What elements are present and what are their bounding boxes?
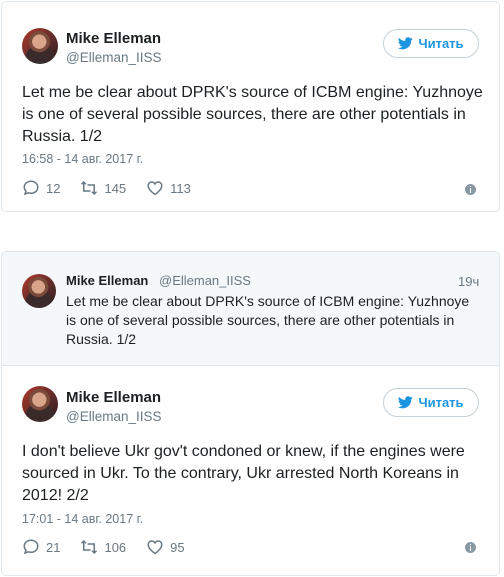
tweet-card-1: Mike Elleman @Elleman_IISS Читать Let me… (1, 1, 500, 212)
follow-label: Читать (418, 395, 464, 410)
follow-label: Читать (418, 36, 464, 51)
retweet-icon (81, 180, 98, 196)
author-handle[interactable]: @Elleman_IISS (159, 273, 251, 288)
retweet-icon (81, 539, 98, 555)
retweet-count: 145 (104, 180, 127, 196)
tweet-text: Let me be clear about DPRK's source of I… (22, 84, 483, 145)
follow-button[interactable]: Читать (383, 388, 479, 417)
tweet-actions: 21 106 95 (22, 538, 205, 556)
bird-icon (398, 37, 414, 50)
like-button[interactable]: 95 (146, 538, 185, 556)
reply-count: 21 (46, 539, 61, 555)
retweet-button[interactable]: 145 (80, 179, 126, 197)
author-handle[interactable]: @Elleman_IISS (66, 409, 162, 424)
tweet-timestamp[interactable]: 17:01 - 14 авг. 2017 г. (22, 512, 143, 526)
avatar[interactable] (22, 28, 58, 64)
time-ago[interactable]: 19ч (458, 274, 479, 289)
avatar[interactable] (22, 386, 58, 422)
tweet-text: I don't believe Ukr gov't condoned or kn… (22, 443, 465, 504)
tweet-timestamp[interactable]: 16:58 - 14 авг. 2017 г. (22, 152, 143, 166)
reply-button[interactable]: 12 (22, 179, 60, 197)
info-icon[interactable] (465, 184, 476, 195)
heart-icon (147, 181, 163, 196)
info-icon[interactable] (465, 542, 476, 553)
parent-tweet-text: Let me be clear about DPRK's source of I… (66, 293, 470, 347)
reply-count: 12 (46, 180, 61, 196)
like-count: 95 (170, 539, 185, 555)
reply-icon (23, 180, 39, 196)
reply-button[interactable]: 21 (22, 538, 60, 556)
heart-icon (147, 540, 163, 555)
retweet-count: 106 (104, 539, 127, 555)
author-name[interactable]: Mike Elleman (66, 389, 161, 406)
bird-icon (398, 396, 414, 409)
tweet-card-2: Mike Elleman @Elleman_IISS 19ч Let me be… (1, 251, 500, 576)
like-count: 113 (170, 180, 191, 196)
reply-icon (23, 539, 39, 555)
author-handle[interactable]: @Elleman_IISS (66, 50, 162, 65)
like-button[interactable]: 113 (146, 179, 191, 197)
avatar[interactable] (22, 274, 56, 308)
retweet-button[interactable]: 106 (80, 538, 126, 556)
tweet-actions: 12 145 113 (22, 179, 211, 197)
author-name[interactable]: Mike Elleman (66, 30, 161, 47)
follow-button[interactable]: Читать (383, 29, 479, 58)
author-name[interactable]: Mike Elleman (66, 273, 148, 288)
parent-tweet[interactable]: Mike Elleman @Elleman_IISS 19ч Let me be… (2, 252, 499, 366)
